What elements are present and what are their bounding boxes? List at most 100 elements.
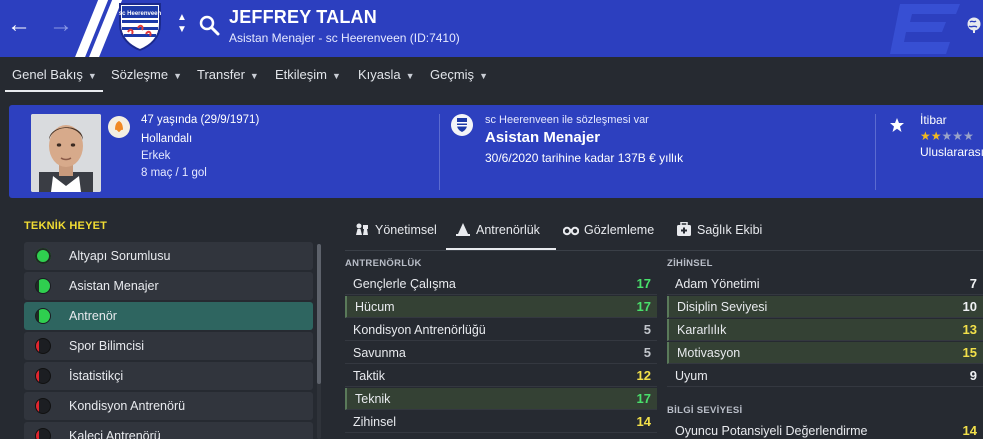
mental-heading: ZİHİNSEL xyxy=(667,258,713,269)
apps-goals: 8 maç / 1 gol xyxy=(141,167,207,179)
back-arrow-icon[interactable]: ← xyxy=(6,12,32,38)
scrollbar-thumb[interactable] xyxy=(317,244,321,384)
star-icon: ★ xyxy=(941,129,953,143)
divider xyxy=(875,114,876,190)
chevron-updown-icon[interactable]: ▲ ▼ xyxy=(175,12,189,42)
staff-role-row[interactable]: Kondisyon Antrenörü xyxy=(24,392,313,420)
attribute-name: Uyum xyxy=(675,369,708,383)
staff-role-label: Altyapı Sorumlusu xyxy=(69,249,171,263)
attribute-name: Motivasyon xyxy=(677,346,741,360)
profile-card: 47 yaşında (29/9/1971) Hollandalı Erkek … xyxy=(9,105,983,198)
staff-role-row[interactable]: Altyapı Sorumlusu xyxy=(24,242,313,270)
staff-status-dot-icon xyxy=(35,278,51,294)
divider xyxy=(439,114,440,190)
attribute-value: 10 xyxy=(962,299,977,314)
tab-saglik-ekibi[interactable]: Sağlık Ekibi xyxy=(676,222,762,237)
staff-status-dot-icon xyxy=(35,398,51,414)
attribute-value: 17 xyxy=(636,299,651,314)
attribute-name: Oyuncu Potansiyeli Değerlendirme xyxy=(675,424,868,438)
menu-bar: Genel Bakış ▼ Sözleşme ▼ Transfer ▼ Etkileş… xyxy=(0,57,983,93)
attribute-row[interactable]: Motivasyon 15 xyxy=(667,342,983,364)
tab-label: Yönetimsel xyxy=(375,223,437,237)
attribute-row[interactable]: Taktik 12 xyxy=(345,365,657,387)
attribute-row[interactable]: Adam Yönetimi 7 xyxy=(667,273,983,295)
tab-gozlemleme[interactable]: Gözlemleme xyxy=(563,222,654,237)
chevron-down-icon: ▼ xyxy=(249,71,259,81)
attribute-row[interactable]: Oyuncu Potansiyeli Değerlendirme 14 xyxy=(667,420,983,439)
attribute-row[interactable]: Teknik 17 xyxy=(345,388,657,410)
attribute-value: 14 xyxy=(636,414,651,429)
attribute-row[interactable]: Hücum 17 xyxy=(345,296,657,318)
menu-etkilesim[interactable]: Etkileşim ▼ xyxy=(275,67,341,82)
chevron-down-icon: ▼ xyxy=(332,71,341,81)
page-subtitle: Asistan Menajer - sc Heerenveen (ID:7410… xyxy=(229,31,460,45)
staff-status-dot-icon xyxy=(35,308,51,324)
netherlands-flag-icon xyxy=(108,116,130,138)
attribute-row[interactable]: Gençlerle Çalışma 17 xyxy=(345,273,657,295)
staff-status-dot-icon xyxy=(35,338,51,354)
menu-kiyasla[interactable]: Kıyasla ▼ xyxy=(358,67,415,82)
staff-role-row[interactable]: Spor Bilimcisi xyxy=(24,332,313,360)
attribute-value: 13 xyxy=(962,322,977,337)
attribute-row[interactable]: Disiplin Seviyesi 10 xyxy=(667,296,983,318)
staff-role-label: Antrenör xyxy=(69,309,117,323)
menu-label: Genel Bakış xyxy=(12,67,83,82)
tab-label: Gözlemleme xyxy=(584,223,655,237)
chevron-down-icon: ▼ xyxy=(173,71,182,81)
staff-role-row[interactable]: Kaleci Antrenörü xyxy=(24,422,313,439)
menu-label: Geçmiş xyxy=(430,67,475,82)
attribute-row[interactable]: Zihinsel 14 xyxy=(345,411,657,433)
globe-icon[interactable] xyxy=(965,16,983,34)
tab-antrenorluk[interactable]: Antrenörlük xyxy=(455,222,540,237)
staff-status-dot-icon xyxy=(35,368,51,384)
tab-active-indicator xyxy=(446,248,556,250)
title-bar: ← → sc Heerenveen ▲ ▼ JEFFREY TALAN Asist… xyxy=(0,0,983,57)
nationality[interactable]: Hollandalı xyxy=(141,133,192,145)
attribute-value: 15 xyxy=(962,345,977,360)
attribute-row[interactable]: Savunma 5 xyxy=(345,342,657,364)
menu-transfer[interactable]: Transfer ▼ xyxy=(197,67,259,82)
attribute-value: 14 xyxy=(962,423,977,438)
menu-label: Etkileşim xyxy=(275,67,328,82)
attribute-value: 17 xyxy=(636,276,651,291)
contract-expiry: 30/6/2020 tarihine kadar 137B € yıllık xyxy=(485,151,684,165)
menu-active-indicator xyxy=(5,90,103,92)
badge-text: sc Heerenveen xyxy=(119,11,162,17)
staff-role-label: Asistan Menajer xyxy=(69,279,159,293)
attribute-value: 17 xyxy=(636,391,651,406)
attribute-name: Kararlılık xyxy=(677,323,727,337)
attribute-value: 5 xyxy=(643,322,651,337)
attribute-value: 12 xyxy=(636,368,651,383)
fm-logo-icon xyxy=(890,4,960,54)
coaching-heading: ANTRENÖRLÜK xyxy=(345,258,422,269)
attribute-name: Gençlerle Çalışma xyxy=(353,277,456,291)
page-title: JEFFREY TALAN xyxy=(229,7,377,27)
search-icon[interactable] xyxy=(198,14,220,36)
staff-role-label: Kaleci Antrenörü xyxy=(69,429,161,439)
attribute-name: Zihinsel xyxy=(353,415,397,429)
staff-role-row[interactable]: Asistan Menajer xyxy=(24,272,313,300)
chess-pieces-icon xyxy=(356,223,368,235)
menu-sozlesme[interactable]: Sözleşme ▼ xyxy=(111,67,182,82)
attribute-row[interactable]: Uyum 9 xyxy=(667,365,983,387)
staff-role-label: İstatistikçi xyxy=(69,369,124,383)
staff-role-label: Kondisyon Antrenörü xyxy=(69,399,186,413)
staff-role-row[interactable]: Antrenör xyxy=(24,302,313,330)
staff-status-dot-icon xyxy=(35,428,51,439)
reputation-stars: ★★★★★ xyxy=(920,129,974,143)
menu-gecmis[interactable]: Geçmiş ▼ xyxy=(430,67,488,82)
tab-yonetimsel[interactable]: Yönetimsel xyxy=(354,222,437,237)
menu-label: Sözleşme xyxy=(111,67,169,82)
club-badge-small-icon[interactable] xyxy=(451,114,473,136)
forward-arrow-icon[interactable]: → xyxy=(48,12,74,38)
menu-label: Kıyasla xyxy=(358,67,401,82)
club-badge-logo[interactable]: sc Heerenveen xyxy=(116,2,164,52)
attribute-row[interactable]: Kondisyon Antrenörlüğü 5 xyxy=(345,319,657,341)
attribute-name: Taktik xyxy=(353,369,385,383)
attribute-row[interactable]: Kararlılık 13 xyxy=(667,319,983,341)
staff-role-row[interactable]: İstatistikçi xyxy=(24,362,313,390)
contract-note: sc Heerenveen ile sözleşmesi var xyxy=(485,114,649,126)
attribute-value: 9 xyxy=(969,368,977,383)
attribute-name: Teknik xyxy=(355,392,391,406)
menu-genel-bakis[interactable]: Genel Bakış ▼ xyxy=(12,67,97,82)
